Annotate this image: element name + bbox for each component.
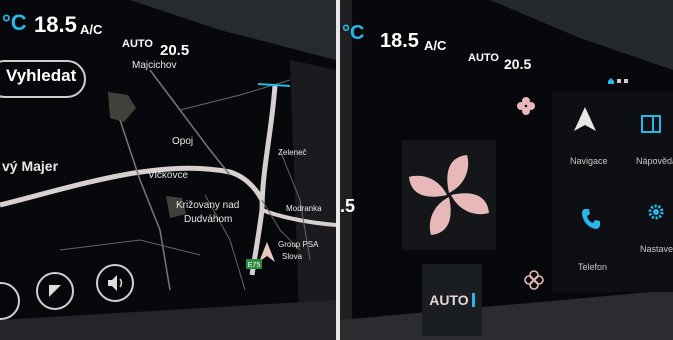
highway-road: [249, 84, 278, 276]
svg-text:E75: E75: [248, 262, 261, 269]
driver-temperature[interactable]: 18.5: [34, 12, 77, 38]
temp-unit-fragment: °C: [342, 22, 365, 44]
map-label-group-2: Slova: [282, 252, 303, 261]
fan-icon: [409, 155, 489, 235]
home-icon: [608, 78, 614, 84]
page-indicator[interactable]: [608, 78, 628, 84]
navigation-screen-photo: E75 °C 18.5 A/C AUTO 20.5 Vyhledat Majci…: [0, 0, 336, 340]
map-label-zelenec: Zeleneč: [278, 148, 307, 157]
auto-climate-button[interactable]: AUTO: [422, 264, 482, 336]
driver-temperature[interactable]: 18.5: [380, 30, 419, 53]
map-accent-line: [257, 83, 291, 87]
page-dot: [617, 79, 621, 83]
auto-button-label: AUTO: [429, 292, 469, 308]
passenger-temperature[interactable]: 20.5: [504, 56, 531, 72]
map-view-icon: [49, 285, 61, 297]
climate-screen-photo: °C 18.5 A/C AUTO 20.5 .5 AUTO Navigace N…: [340, 0, 673, 340]
fan-speed-control[interactable]: [402, 140, 496, 250]
navigation-arrow-icon: [574, 107, 596, 131]
settings-app-label: Nastavení: [640, 244, 673, 254]
temp-unit-fragment: °C: [2, 10, 27, 35]
small-fan-icon: [524, 270, 544, 290]
map-label-opoj: Opoj: [172, 136, 194, 147]
navigation-app-button[interactable]: [570, 104, 600, 134]
gear-icon: [648, 204, 664, 220]
position-arrow-icon: [259, 242, 275, 262]
recirculation-button[interactable]: [520, 266, 548, 294]
fan-mode-button[interactable]: [512, 92, 540, 120]
passenger-temperature[interactable]: 20.5: [160, 42, 189, 59]
map-area-green: [108, 92, 136, 122]
auto-indicator: [471, 293, 475, 307]
auto-label[interactable]: AUTO: [122, 38, 153, 50]
map-view-button[interactable]: [36, 272, 74, 310]
speaker-icon: [108, 275, 123, 291]
map-control-button[interactable]: [0, 282, 20, 320]
map-label-majcichov: Majcichov: [132, 60, 177, 71]
ac-label[interactable]: A/C: [80, 22, 102, 37]
settings-app-button[interactable]: [644, 200, 668, 224]
ac-label[interactable]: A/C: [424, 38, 446, 53]
map-label-modranka: Modranka: [286, 204, 322, 213]
navigation-app-label: Navigace: [570, 156, 608, 166]
map-label-krizovany-2: Dudváhom: [184, 214, 233, 225]
map-label-majer: vý Majer: [2, 158, 59, 174]
phone-app-button[interactable]: [578, 206, 604, 232]
book-icon: [641, 115, 661, 133]
phone-icon: [582, 209, 600, 229]
road-sign-e75: [246, 259, 262, 269]
volume-button[interactable]: [96, 264, 134, 302]
map-label-group-1: Group PSA: [278, 240, 319, 249]
small-fan-icon: [517, 97, 535, 115]
page-dot: [624, 79, 628, 83]
auto-label[interactable]: AUTO: [468, 52, 499, 64]
map-label-vlckovce: Vlčkovce: [148, 170, 189, 181]
help-app-label: Nápověda: [636, 156, 673, 166]
side-temperature-fragment: .5: [340, 196, 356, 216]
search-button[interactable]: Vyhledat: [6, 66, 76, 86]
help-app-button[interactable]: [638, 112, 664, 136]
phone-app-label: Telefon: [578, 262, 608, 272]
map-label-krizovany-1: Križovany nad: [176, 200, 240, 211]
